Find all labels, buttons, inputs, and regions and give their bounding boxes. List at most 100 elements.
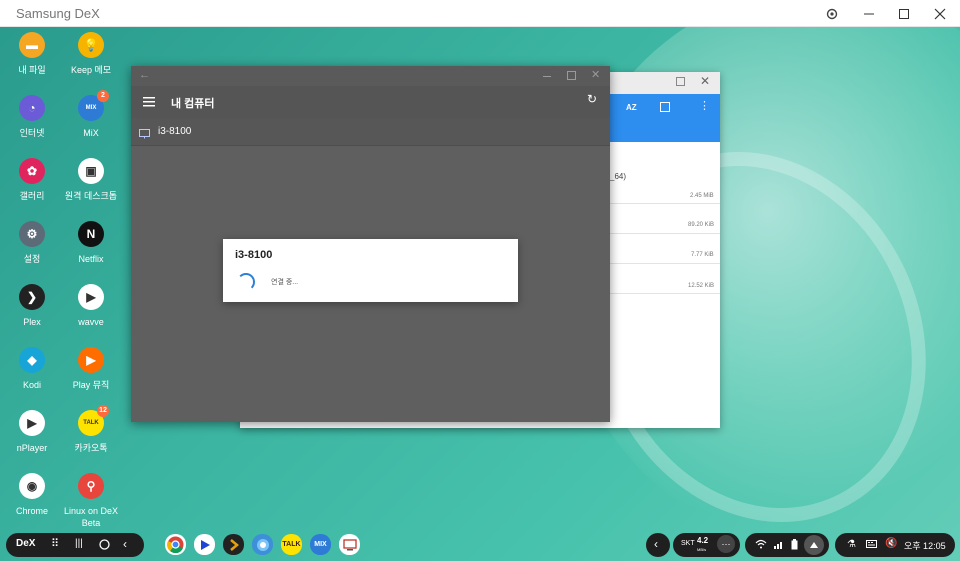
icon-glyph: ⚲ <box>86 479 96 493</box>
file-size: 12.52 KiB <box>688 283 715 289</box>
lightbulb-icon: 💡 <box>78 32 104 58</box>
icon-glyph: ▬ <box>26 38 38 52</box>
collapse-tray-button[interactable]: ‹ <box>646 533 670 557</box>
mix-icon[interactable]: MIX <box>310 534 331 555</box>
dialog-title: i3-8100 <box>235 249 273 261</box>
expand-up-icon[interactable] <box>804 535 824 555</box>
kakaotalk-icon[interactable]: TALK <box>281 534 302 555</box>
more-options-icon[interactable]: ⋮ <box>699 99 710 112</box>
select-all-icon[interactable] <box>660 102 670 112</box>
folder-icon: ▬ <box>19 32 45 58</box>
network-speed-value: 4.2 <box>697 536 709 545</box>
window-titlebar: ← ✕ <box>131 66 610 86</box>
desktop-app-label: 원격 데스크톱 <box>64 191 118 201</box>
file-size: 89.20 KiB <box>688 222 715 228</box>
more-icon[interactable]: ⋯ <box>717 535 735 553</box>
plex-icon[interactable] <box>223 534 244 555</box>
desktop-app-label: nPlayer <box>16 443 48 453</box>
desktop-app-folder[interactable]: ▬ 내 파일 <box>0 32 64 92</box>
desktop-app-label: 내 파일 <box>18 65 46 75</box>
icon-glyph: N <box>86 227 96 241</box>
desktop-app-internet[interactable]: ◔ 인터넷 <box>0 95 64 155</box>
desktop-app-label: Netflix <box>78 254 104 264</box>
home-icon[interactable] <box>99 539 110 550</box>
list-item-computer[interactable]: i3-8100 <box>131 118 610 146</box>
close-icon[interactable] <box>930 4 950 24</box>
apps-grid-icon[interactable]: ⠿ <box>51 537 59 550</box>
desktop-app-settings-gear[interactable]: ⚙ 설정 <box>0 221 64 281</box>
back-arrow-icon[interactable]: ← <box>139 69 150 81</box>
divider <box>610 203 720 204</box>
dialog-message: 연결 중... <box>271 279 299 286</box>
desktop-app-label: Kodi <box>22 380 41 390</box>
minimize-icon[interactable] <box>543 76 551 77</box>
clock-pill: ⚗ 🔇 오후 12:05 <box>835 533 955 557</box>
maximize-icon[interactable] <box>894 4 914 24</box>
dex-button[interactable]: DeX <box>16 538 35 549</box>
flask-icon[interactable]: ⚗ <box>847 539 856 550</box>
notification-badge: 12 <box>97 405 109 417</box>
chrome-icon: ◉ <box>19 473 45 499</box>
host-title: Samsung DeX <box>16 6 100 21</box>
desktop-app-label: Linux on DeX Beta <box>63 506 119 528</box>
gallery-icon: ✿ <box>19 158 45 184</box>
desktop-app-lightbulb[interactable]: 💡 Keep 메모 <box>59 32 123 92</box>
sort-az-button[interactable]: AZ <box>626 103 637 112</box>
browser-icon[interactable] <box>252 534 273 555</box>
maximize-icon[interactable] <box>676 77 685 86</box>
icon-glyph: ▶ <box>86 353 96 367</box>
desktop-app-gallery[interactable]: ✿ 갤러리 <box>0 158 64 218</box>
desktop-app-label: 카카오톡 <box>74 443 108 453</box>
desktop-app-label: 갤러리 <box>19 191 45 201</box>
keyboard-icon[interactable] <box>866 540 877 548</box>
desktop-app-chrome[interactable]: ◉ Chrome <box>0 473 64 533</box>
nplayer-icon: ▶ <box>19 410 45 436</box>
path-fragment: _64) <box>610 172 627 181</box>
settings-gear-icon[interactable] <box>822 4 842 24</box>
file-size: 2.45 MiB <box>690 193 714 199</box>
desktop-app-netflix[interactable]: N Netflix <box>59 221 123 281</box>
desktop-app-wavve[interactable]: ▶ wavve <box>59 284 123 344</box>
desktop-app-linux-on-dex[interactable]: ⚲ Linux on DeX Beta <box>59 473 123 533</box>
status-pill <box>745 533 829 557</box>
chrome-icon[interactable] <box>165 534 186 555</box>
desktop-app-kodi[interactable]: ◆ Kodi <box>0 347 64 407</box>
icon-glyph: ✿ <box>26 164 38 178</box>
desktop-app-play-music[interactable]: ▶ Play 뮤직 <box>59 347 123 407</box>
refresh-icon[interactable]: ↻ <box>587 92 597 106</box>
icon-glyph: TALK <box>83 420 99 426</box>
desktop-app-label: Plex <box>23 317 41 327</box>
back-icon[interactable]: ‹ <box>123 537 127 551</box>
file-size: 7.77 KiB <box>691 252 714 258</box>
clock-time[interactable]: 오후 12:05 <box>904 539 946 552</box>
loading-spinner-icon <box>237 273 255 291</box>
desktop-app-label: MiX <box>83 128 99 138</box>
desktop-app-mix[interactable]: MIX 2 MiX <box>59 90 123 155</box>
icon-glyph: MIX <box>85 105 97 111</box>
network-speed-unit: MB/s <box>697 547 707 552</box>
remote-desktop-icon[interactable] <box>339 534 360 555</box>
settings-gear-icon: ⚙ <box>19 221 45 247</box>
close-icon[interactable]: ✕ <box>591 68 600 81</box>
icon-glyph: ◆ <box>27 353 37 367</box>
mute-icon[interactable]: 🔇 <box>885 538 897 549</box>
desktop-app-nplayer[interactable]: ▶ nPlayer <box>0 410 64 470</box>
desktop-app-plex[interactable]: ❯ Plex <box>0 284 64 344</box>
host-title-bar: Samsung DeX <box>0 0 960 27</box>
kodi-icon: ◆ <box>19 347 45 373</box>
divider <box>610 233 720 234</box>
window-toolbar: 내 컴퓨터 ↻ <box>131 86 610 118</box>
recents-icon[interactable]: ||| <box>75 538 83 549</box>
linux-on-dex-icon: ⚲ <box>78 473 104 499</box>
wifi-icon <box>755 539 767 549</box>
minimize-icon[interactable] <box>859 4 879 24</box>
mix-icon: MIX 2 <box>78 90 109 121</box>
hamburger-menu-icon[interactable] <box>143 94 155 112</box>
carrier-pill: SKT 4.2 MB/s ⋯ <box>673 533 740 557</box>
maximize-icon[interactable] <box>567 71 576 80</box>
close-icon[interactable]: ✕ <box>700 74 710 88</box>
desktop-app-kakaotalk[interactable]: TALK 12 카카오톡 <box>59 405 123 470</box>
wavve-icon[interactable] <box>194 534 215 555</box>
desktop-app-remote-desktop[interactable]: ▣ 원격 데스크톱 <box>59 158 123 218</box>
icon-glyph: ▶ <box>27 416 37 430</box>
